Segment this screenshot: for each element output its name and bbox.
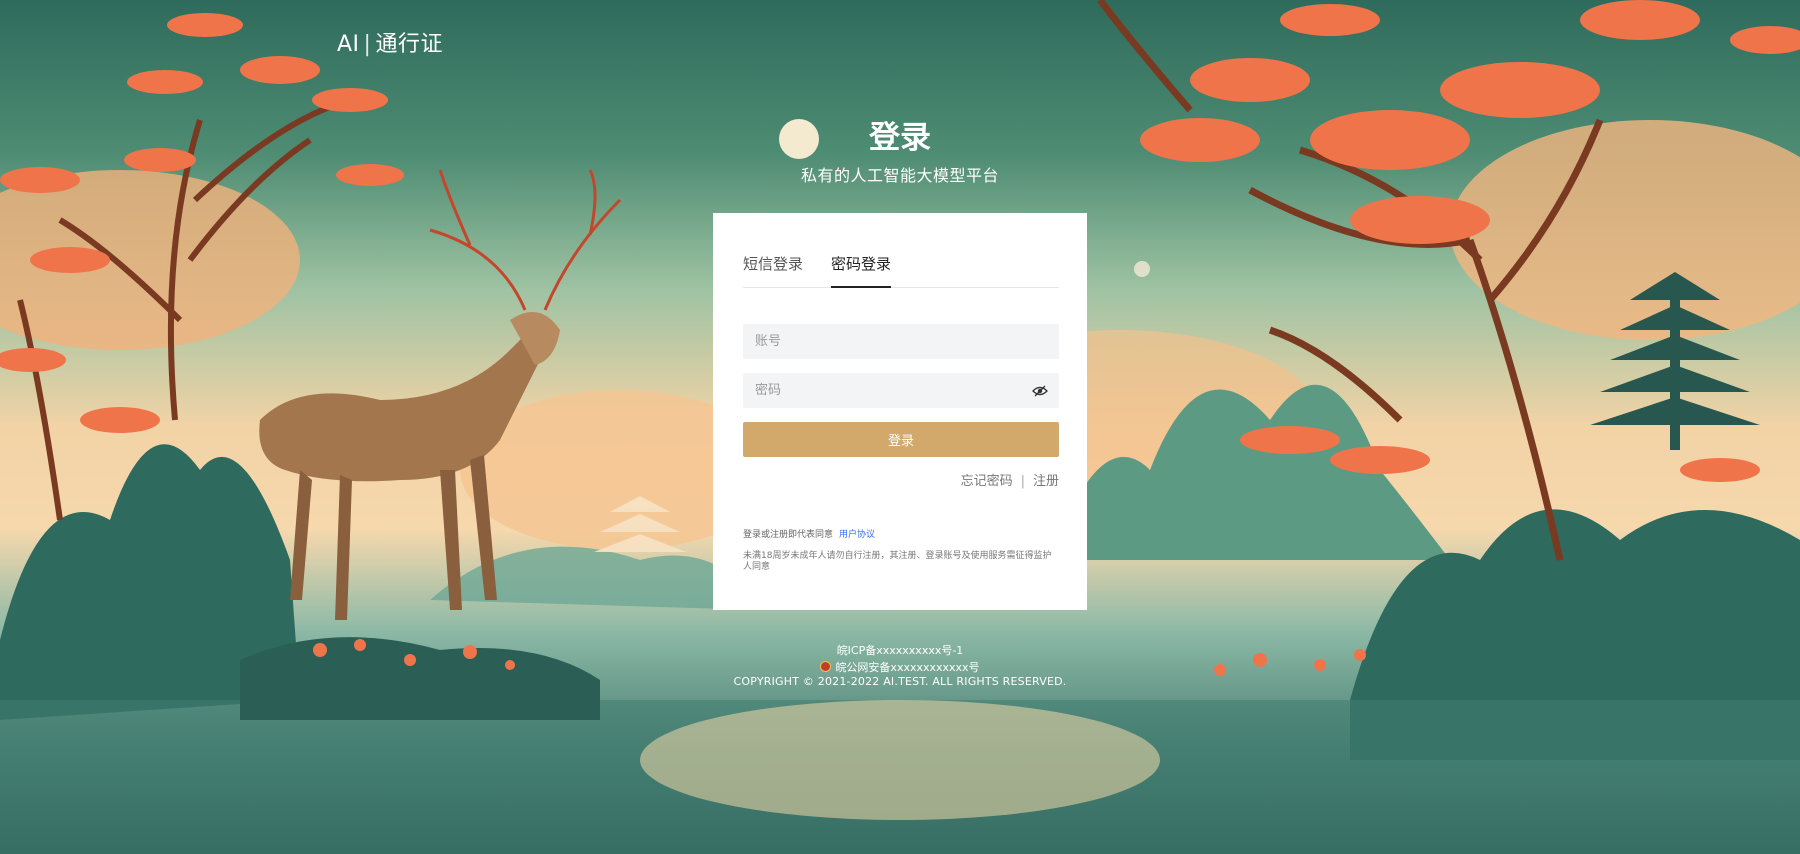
login-tabs: 短信登录 密码登录 [743,253,1059,288]
register-link[interactable]: 注册 [1033,474,1059,489]
police-record-text: 皖公网安备xxxxxxxxxxxx号 [835,661,980,674]
police-record[interactable]: 皖公网安备xxxxxxxxxxxx号 [0,659,1800,675]
logo-separator: | [363,32,372,57]
police-badge-icon [820,661,832,672]
password-input[interactable] [743,373,1059,408]
agreement-notice: 登录或注册即代表同意 用户协议 [743,527,875,540]
icp-record[interactable]: 皖ICP备xxxxxxxxxx号-1 [0,642,1800,658]
tab-password-login[interactable]: 密码登录 [831,253,892,288]
brand-logo[interactable]: AI | 通行证 [337,26,443,58]
login-button[interactable]: 登录 [743,422,1059,457]
login-card: 短信登录 密码登录 登录 忘记密码 | 注册 登录或注册即代表同意用户协议 未满18… [713,213,1087,610]
account-links: 忘记密码 | 注册 [961,470,1059,489]
copyright: COPYRIGHT © 2021-2022 AI.TEST. ALL RIGHT… [733,675,1067,688]
page-subtitle: 私有的人工智能大模型平台 [800,166,999,185]
links-divider: | [1020,474,1025,489]
logo-pass: 通行证 [375,32,443,57]
minor-notice: 未满18周岁未成年人请勿自行注册，其注册、登录账号及使用服务需征得监护人同意 [743,551,1052,572]
tab-sms-login[interactable]: 短信登录 [743,253,803,274]
page-title: 登录 [869,120,931,156]
logo-ai: AI [337,32,360,57]
password-field-wrapper [743,373,1059,408]
agreement-text: 登录或注册即代表同意 [743,530,834,540]
account-input[interactable] [743,324,1059,359]
user-agreement-link[interactable]: 用户协议 [839,530,875,540]
eye-slash-icon[interactable] [1032,383,1048,397]
account-field-wrapper [743,324,1059,359]
forgot-password-link[interactable]: 忘记密码 [961,474,1013,489]
